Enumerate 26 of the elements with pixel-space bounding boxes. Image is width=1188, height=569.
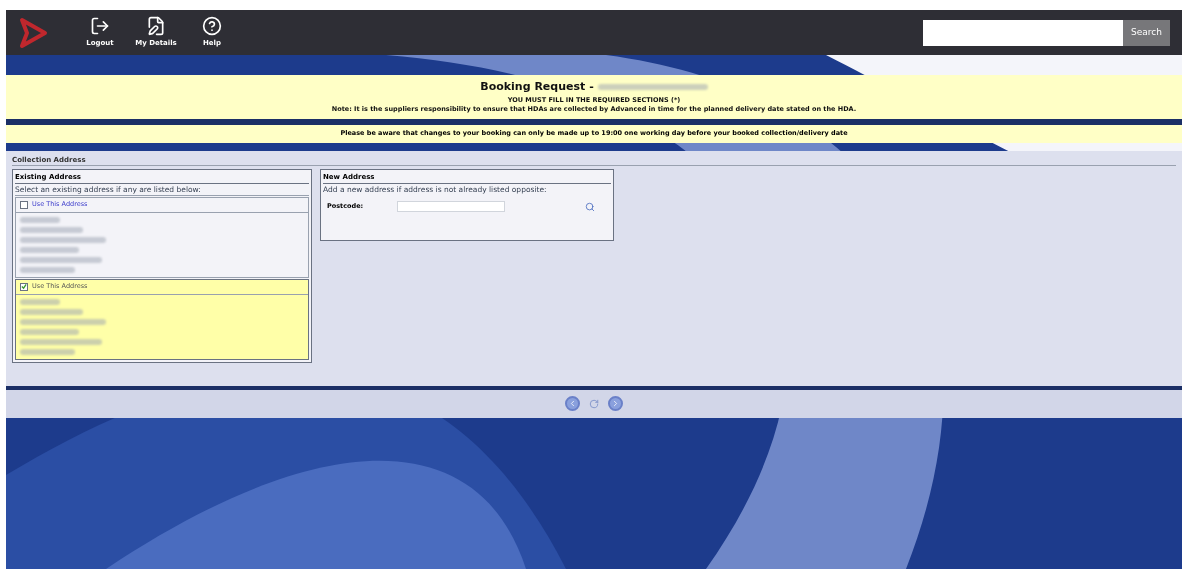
redacted-text <box>20 246 79 253</box>
refresh-icon <box>589 398 599 409</box>
redacted-text <box>20 266 75 273</box>
redacted-text <box>20 216 60 223</box>
redacted-text <box>20 348 75 355</box>
redacted-text <box>20 308 83 315</box>
redacted-text <box>20 298 60 305</box>
next-button[interactable] <box>608 396 623 412</box>
check-icon <box>21 283 27 291</box>
next-icon <box>611 399 620 409</box>
checkbox[interactable] <box>20 200 28 209</box>
page-title: Booking Request - <box>480 79 594 95</box>
search-button[interactable]: Search <box>1123 19 1170 46</box>
search-field[interactable] <box>923 19 1124 46</box>
back-button[interactable] <box>565 396 580 412</box>
redacted-text <box>20 226 83 233</box>
logo-icon <box>18 16 48 49</box>
checkbox[interactable] <box>20 282 28 291</box>
document-icon <box>146 16 166 37</box>
back-icon <box>568 399 577 409</box>
postcode-field[interactable] <box>397 201 505 212</box>
exit-icon <box>90 16 110 37</box>
help-icon <box>202 16 222 37</box>
refresh-button[interactable] <box>588 397 600 410</box>
search-icon[interactable] <box>585 201 595 212</box>
redacted-text <box>20 328 79 335</box>
